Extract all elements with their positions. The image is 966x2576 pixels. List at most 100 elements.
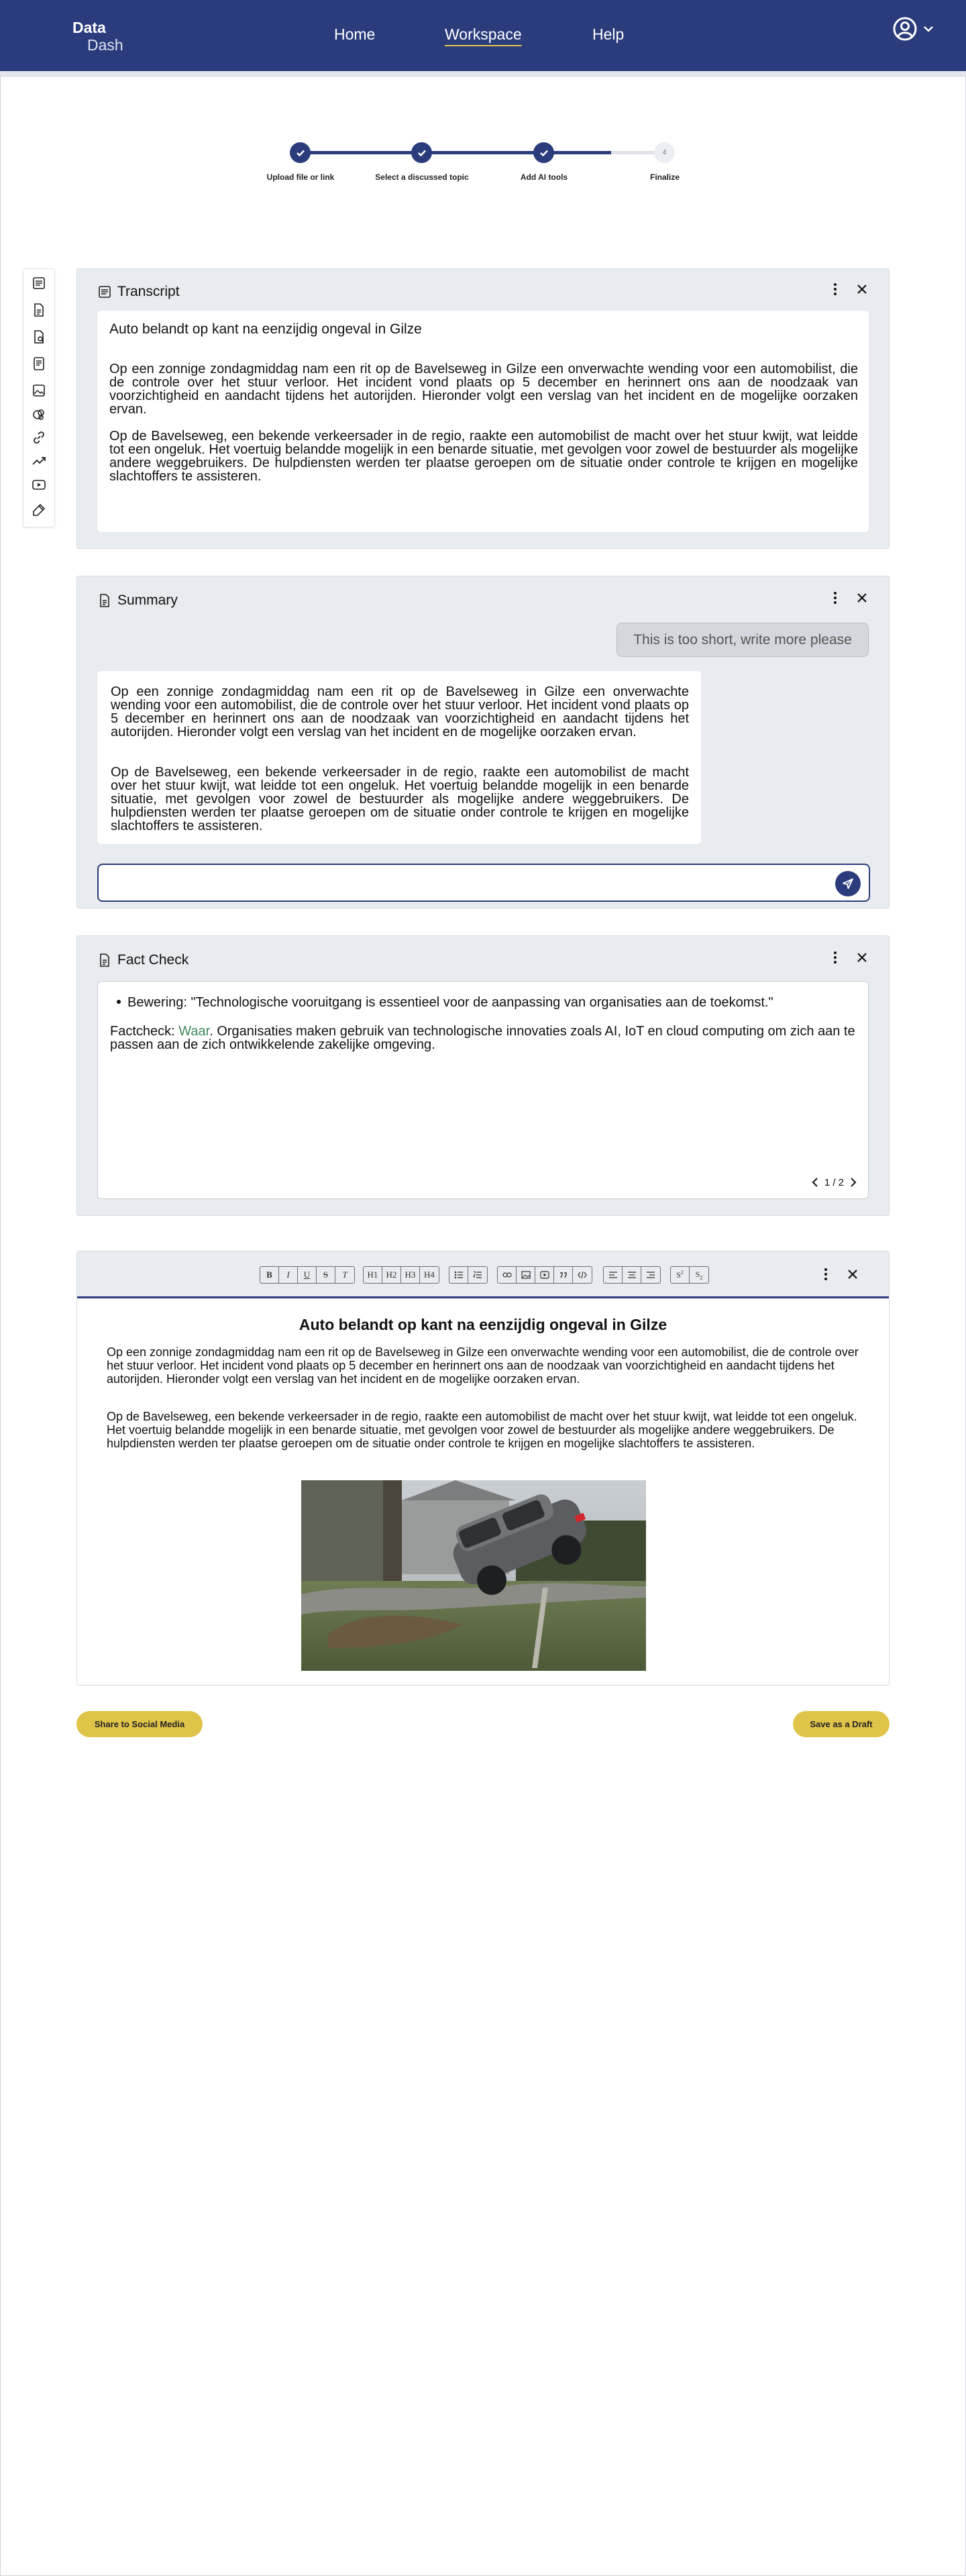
factcheck-title: Fact Check	[117, 952, 189, 968]
summary-chat-input	[97, 864, 870, 902]
factcheck-body: Bewering: "Technologische vooruitgang is…	[97, 981, 869, 1199]
notes-icon[interactable]	[30, 355, 48, 372]
summary-header: Summary	[97, 593, 178, 609]
document-icon	[100, 594, 109, 607]
italic-button[interactable]: I	[279, 1267, 298, 1283]
trend-icon[interactable]	[30, 452, 48, 469]
ai-brain-icon[interactable]	[30, 406, 48, 423]
document-icon	[100, 954, 109, 967]
transcript-header: Transcript	[97, 284, 180, 300]
top-navbar: Data Dash Home Workspace Help	[0, 0, 966, 71]
transcript-body: Auto belandt op kant na eenzijdig ongeva…	[97, 311, 869, 532]
app-logo[interactable]: Data Dash	[72, 19, 123, 54]
transcript-paragraph-1: Op een zonnige zondagmiddag nam een rit …	[109, 362, 858, 417]
user-menu[interactable]	[892, 15, 939, 43]
article-paragraph-1[interactable]: Op een zonnige zondagmiddag nam een rit …	[107, 1345, 865, 1386]
save-draft-button[interactable]: Save as a Draft	[793, 1711, 890, 1737]
step-3-label: Add AI tools	[520, 172, 568, 182]
nav-help[interactable]: Help	[592, 25, 624, 44]
superscript-icon[interactable]: S2	[671, 1267, 690, 1283]
chat-input-field[interactable]	[108, 873, 819, 893]
bold-button[interactable]: B	[260, 1267, 279, 1283]
image-icon[interactable]	[30, 382, 48, 399]
summary-card: Summary This is too short, write more pl…	[76, 576, 890, 909]
close-icon[interactable]	[855, 281, 869, 297]
article-editor: B I U S T H1 H2 H3 H4 S2 S2 Auto belandt…	[76, 1251, 890, 1686]
factcheck-actions	[828, 949, 869, 966]
step-4-label: Finalize	[649, 172, 680, 182]
bullet-list-icon[interactable]	[449, 1267, 468, 1283]
transcript-actions	[828, 281, 869, 297]
chevron-right-icon[interactable]	[848, 1176, 859, 1189]
close-icon[interactable]	[855, 590, 869, 606]
heading2-button[interactable]: H2	[382, 1267, 401, 1283]
factcheck-result: Factcheck: Waar. Organisaties maken gebr…	[110, 1025, 859, 1051]
nav-home[interactable]: Home	[334, 25, 375, 44]
link-icon[interactable]	[30, 429, 48, 446]
more-options-icon[interactable]	[819, 1266, 833, 1282]
factcheck-label: Factcheck:	[110, 1024, 179, 1039]
video-icon[interactable]	[30, 476, 48, 493]
align-group	[603, 1266, 661, 1284]
video-icon[interactable]	[535, 1267, 554, 1283]
list-group	[449, 1266, 488, 1284]
editor-toolbar: B I U S T H1 H2 H3 H4 S2 S2	[77, 1251, 889, 1298]
document-icon[interactable]	[30, 301, 48, 319]
clear-format-button[interactable]: T	[335, 1267, 354, 1283]
more-options-icon[interactable]	[828, 590, 842, 606]
claim-statement: Bewering: "Technologische vooruitgang is…	[127, 995, 773, 1010]
image-icon[interactable]	[517, 1267, 535, 1283]
send-icon	[843, 878, 853, 889]
summary-title: Summary	[117, 593, 178, 608]
heading3-button[interactable]: H3	[401, 1267, 420, 1283]
file-search-icon[interactable]	[30, 328, 48, 346]
heading4-button[interactable]: H4	[420, 1267, 439, 1283]
transcript-card: Transcript Auto belandt op kant na eenzi…	[76, 268, 890, 549]
step-3-dot	[533, 142, 554, 163]
send-button[interactable]	[835, 871, 861, 896]
step-1-label: Upload file or link	[266, 172, 335, 182]
subscript-icon[interactable]: S2	[690, 1267, 708, 1283]
heading1-button[interactable]: H1	[364, 1267, 382, 1283]
summary-paragraph-2: Op de Bavelseweg, een bekende verkeersad…	[111, 765, 689, 833]
align-right-icon[interactable]	[641, 1267, 660, 1283]
close-icon[interactable]	[846, 1266, 859, 1282]
logo-line2: Dash	[87, 36, 123, 54]
factcheck-pager: 1 / 2	[810, 1176, 859, 1189]
link-icon[interactable]	[498, 1267, 517, 1283]
claim-text: Bewering: "Technologische vooruitgang is…	[117, 995, 773, 1011]
step-1-dot	[290, 142, 311, 163]
check-icon	[296, 150, 305, 156]
article-title[interactable]: Auto belandt op kant na eenzijdig ongeva…	[77, 1316, 889, 1334]
heading-group: H1 H2 H3 H4	[363, 1266, 439, 1284]
nav-workspace[interactable]: Workspace	[445, 25, 522, 44]
numbered-list-icon[interactable]	[468, 1267, 487, 1283]
underline-button[interactable]: U	[298, 1267, 317, 1283]
progress-stepper: 4 Upload file or link Select a discussed…	[265, 141, 680, 188]
insert-group	[497, 1266, 592, 1284]
code-icon[interactable]	[573, 1267, 592, 1283]
edit-icon[interactable]	[30, 501, 48, 519]
more-options-icon[interactable]	[828, 281, 842, 297]
verdict-badge: Waar	[178, 1024, 210, 1039]
quote-icon[interactable]	[554, 1267, 573, 1283]
transcript-icon[interactable]	[30, 274, 48, 292]
script-group: S2 S2	[670, 1266, 709, 1284]
factcheck-header: Fact Check	[97, 952, 189, 968]
article-paragraph-2[interactable]: Op de Bavelseweg, een bekende verkeersad…	[107, 1410, 865, 1450]
close-icon[interactable]	[855, 949, 869, 966]
share-social-button[interactable]: Share to Social Media	[76, 1711, 203, 1737]
article-image[interactable]	[301, 1480, 646, 1671]
transcript-paragraph-2: Op de Bavelseweg, een bekende verkeersad…	[109, 429, 858, 484]
strikethrough-button[interactable]: S	[317, 1267, 335, 1283]
more-options-icon[interactable]	[828, 949, 842, 966]
summary-paragraph-1: Op een zonnige zondagmiddag nam een rit …	[111, 684, 689, 739]
transcript-headline: Auto belandt op kant na eenzijdig ongeva…	[109, 321, 422, 337]
summary-actions	[828, 590, 869, 606]
step-2-label: Select a discussed topic	[375, 172, 469, 182]
align-center-icon[interactable]	[623, 1267, 641, 1283]
chevron-left-icon[interactable]	[810, 1176, 820, 1189]
chevron-down-icon	[924, 26, 933, 32]
user-avatar-icon	[893, 17, 917, 41]
align-left-icon[interactable]	[604, 1267, 623, 1283]
